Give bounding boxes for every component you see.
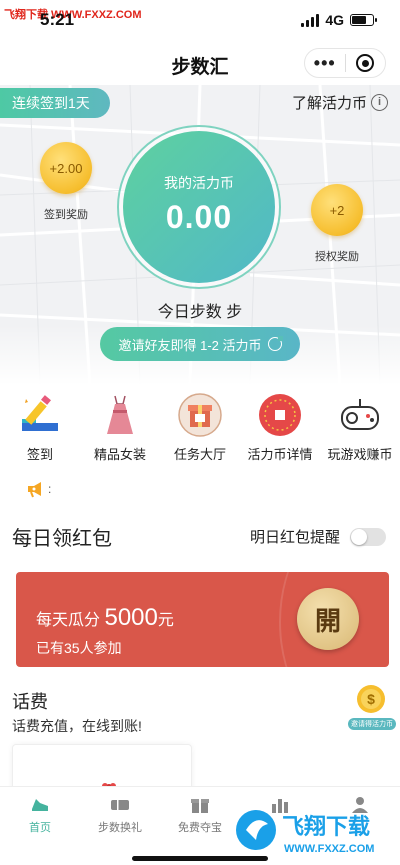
feature-label: 精品女装 [93,447,146,462]
feature-play-games[interactable]: 玩游戏赚币 [320,392,400,463]
clock: 5:21 [40,10,75,29]
phone-bill-title: 话费 [12,692,48,712]
tab-label: 免费夺宝 [178,822,222,834]
feature-checkin[interactable]: 签到 [0,392,80,463]
floating-invite-caption[interactable]: 邀请得活力币 [348,718,396,730]
target-icon [356,54,375,72]
auth-reward-coin[interactable]: +2 [311,184,363,236]
feature-label: 任务大厅 [173,447,226,462]
reminder-row: 明日红包提醒 [250,526,386,547]
tab-label: 首页 [29,822,51,834]
participants-count: 已有35人参加 [36,640,122,656]
dress-icon [97,392,143,438]
phone-bill-subtitle: 话费充值，在线到账! [12,718,142,734]
home-shoe-icon [29,795,51,815]
tab-home[interactable]: 首页 [0,787,80,835]
ticket-icon [109,795,131,815]
gift-icon [189,795,211,815]
checkin-streak-badge[interactable]: 连续签到1天 [0,88,110,118]
announcement-text: : [48,482,52,496]
more-menu-icon[interactable]: ••• [305,49,345,77]
feature-coin-details[interactable]: 活力币详情 [240,392,320,463]
miniprogram-capsule: ••• [304,48,386,78]
svg-text:$: $ [367,691,375,707]
feature-task-hall[interactable]: 任务大厅 [160,392,240,463]
open-red-packet-button[interactable]: 開 [297,588,359,650]
invite-friends-button[interactable]: 邀请好友即得 1-2 活力币 [100,327,300,361]
network-type: 4G [325,12,344,28]
home-indicator [132,856,268,861]
learn-coins-label: 了解活力币 [291,95,367,112]
feature-womens-fashion[interactable]: 精品女装 [80,392,160,463]
info-icon: i [371,94,388,111]
gamepad-icon [337,392,383,438]
floating-dollar-coin-icon[interactable]: $ [356,684,386,714]
megaphone-icon [28,482,41,498]
feature-label: 玩游戏赚币 [327,447,393,462]
signal-icon [301,13,320,27]
checkin-reward-caption: 签到奖励 [44,209,88,221]
checkin-reward-coin[interactable]: +2.00 [40,142,92,194]
prize-amount: 5000 [104,604,158,631]
status-bar: 飞翔下载 WWW.FXXZ.COM 5:21 4G [0,0,400,40]
my-coins-circle[interactable]: 我的活力币 0.00 [123,131,275,283]
auth-reward-caption: 授权奖励 [315,251,359,263]
today-steps: 今日步数 步 [157,304,243,321]
nav-bar: 步数汇 ••• [0,40,400,85]
daily-red-packet-title: 每日领红包 [12,528,112,550]
pencil-checkin-icon [17,392,63,438]
red-coin-icon [257,392,303,438]
reminder-label: 明日红包提醒 [249,529,340,546]
share-arrow-icon [267,336,283,351]
feature-label: 活力币详情 [247,447,313,462]
red-packet-headline: 每天瓜分 5000元 [36,604,174,632]
feature-grid: 签到 精品女装 任务大厅 活力币详情 玩游戏赚币 [0,392,400,463]
invite-label: 邀请好友即得 1-2 活力币 [118,337,262,353]
tab-steps-gifts[interactable]: 步数换礼 [80,787,160,835]
announcement-bar[interactable]: : [26,480,51,498]
tab-label: 步数换礼 [98,822,142,834]
close-miniprogram-button[interactable] [346,54,386,72]
my-coins-label: 我的活力币 [164,175,234,191]
reminder-toggle[interactable] [350,527,386,546]
svg-text:飞翔下载: 飞翔下载 [282,814,370,840]
learn-coins-link[interactable]: 了解活力币 i [292,92,388,113]
prize-unit: 元 [157,612,174,629]
tab-free-treasure[interactable]: 免费夺宝 [160,787,240,835]
svg-text:WWW.FXXZ.COM: WWW.FXXZ.COM [284,843,374,855]
split-prefix: 每天瓜分 [36,612,101,629]
gift-box-icon [177,392,223,438]
fxxz-logo-watermark: 飞翔下载 WWW.FXXZ.COM [236,810,374,855]
my-coins-value: 0.00 [165,199,233,235]
feature-label: 签到 [26,447,53,462]
status-icons: 4G [301,12,377,28]
red-packet-card[interactable]: 每天瓜分 5000元 已有35人参加 開 [16,572,389,667]
battery-icon [350,14,377,26]
